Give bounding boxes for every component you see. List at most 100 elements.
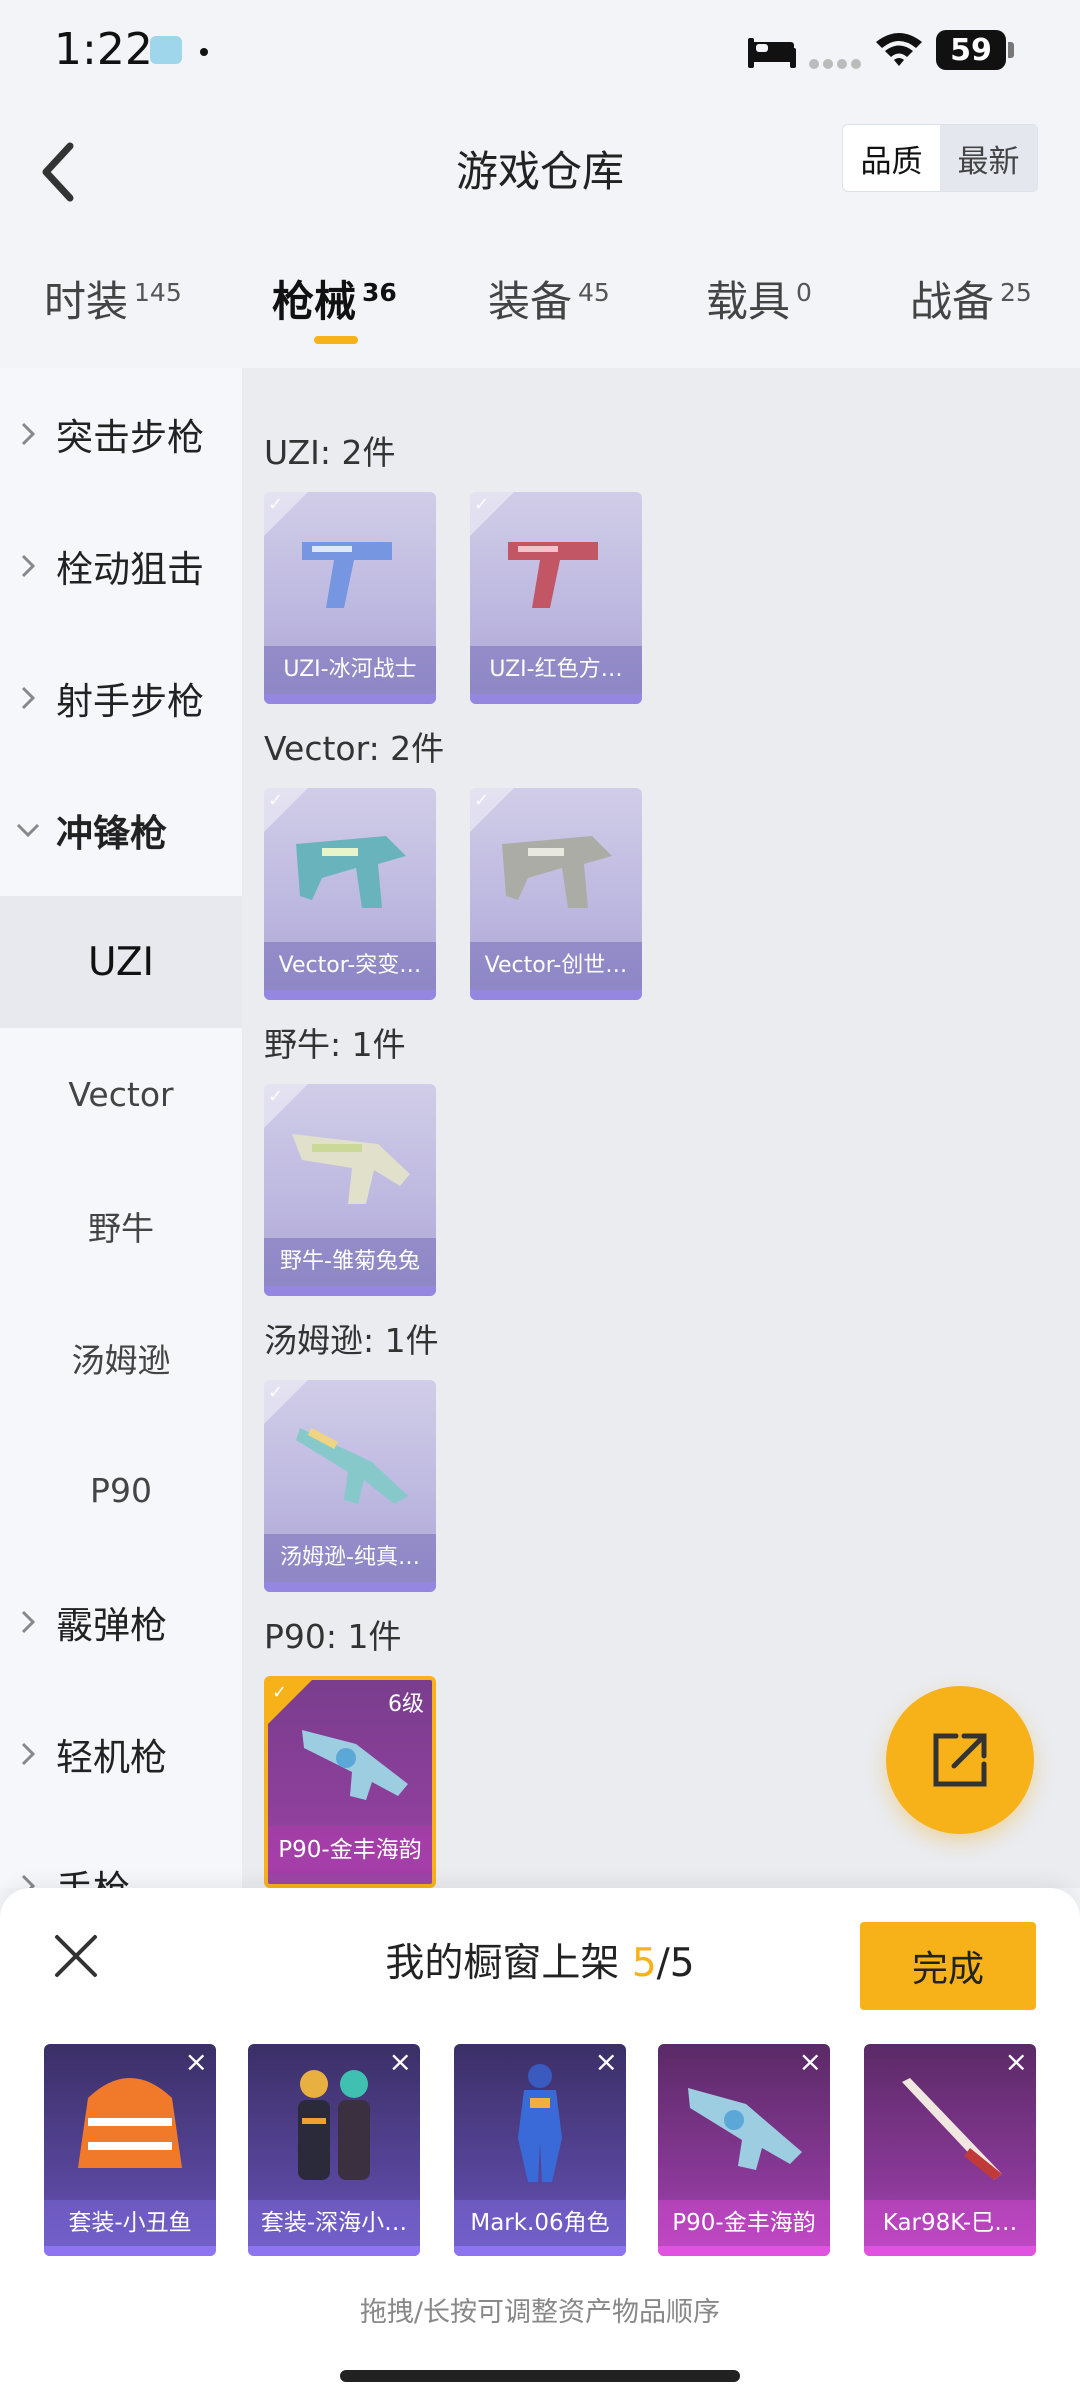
battery-level: 59 (950, 32, 992, 68)
chevron-right-icon (21, 1610, 35, 1634)
sort-by-newest-button[interactable]: 最新 (940, 125, 1037, 191)
chevron-right-icon (21, 1874, 35, 1888)
outfit-art-icon (78, 2078, 182, 2168)
app-header: 游戏仓库 品质 最新 (0, 110, 1080, 240)
showcase-item-name: Kar98K-巳… (864, 2200, 1036, 2246)
weapon-art-icon (302, 1730, 408, 1800)
tab-label: 战备 (910, 277, 995, 326)
sidebar-item-label: UZI (87, 939, 155, 985)
sidebar-item-label: 冲锋枪 (56, 812, 167, 855)
sidebar-subitem-p90[interactable]: P90 (0, 1424, 242, 1556)
active-tab-indicator (314, 336, 358, 344)
sort-toggle: 品质 最新 (842, 124, 1038, 192)
tab-count: 145 (134, 278, 182, 307)
sidebar-subitem-thompson[interactable]: 汤姆逊 (0, 1292, 242, 1424)
sidebar-item-marksman-rifle[interactable]: 射手步枪 (0, 632, 242, 764)
check-icon: ✓ (474, 494, 490, 515)
chevron-right-icon (21, 1742, 35, 1766)
item-card[interactable]: ✓ Vector-创世… (470, 788, 642, 1000)
item-card[interactable]: ✓ Vector-突变… (264, 788, 436, 1000)
status-time: 1:22 (54, 24, 153, 75)
tab-equipment[interactable]: 装备 45 (488, 268, 610, 329)
showcase-sheet: 我的橱窗上架 5/5 完成 × 套装-小丑鱼 × 套装-深海小… × Mark.… (0, 1888, 1080, 2400)
chevron-right-icon (21, 422, 35, 446)
tab-label: 时装 (44, 277, 129, 326)
showcase-item[interactable]: × P90-金丰海韵 (658, 2044, 830, 2256)
check-icon: ✓ (268, 1382, 284, 1403)
item-card[interactable]: ✓ 野牛-雏菊兔兔 (264, 1084, 436, 1296)
sidebar-subitem-bizon[interactable]: 野牛 (0, 1160, 242, 1292)
rarity-bar (264, 990, 436, 1000)
remove-icon[interactable]: × (799, 2048, 822, 2076)
sidebar-item-label: 射手步枪 (56, 680, 204, 723)
group-title-uzi: UZI: 2件 (264, 433, 396, 472)
tab-vehicles[interactable]: 载具 0 (706, 268, 812, 329)
weapon-art-icon (302, 542, 392, 608)
sidebar-subitem-vector[interactable]: Vector (0, 1028, 242, 1160)
sidebar-item-pistol[interactable]: 手枪 (0, 1820, 242, 1888)
showcase-current-count: 5 (631, 1941, 657, 1986)
sidebar-item-assault-rifle[interactable]: 突击步枪 (0, 368, 242, 500)
rarity-bar (264, 694, 436, 704)
remove-icon[interactable]: × (389, 2048, 412, 2076)
rarity-bar (264, 1286, 436, 1296)
sidebar-subitem-uzi[interactable]: UZI (0, 896, 242, 1028)
item-card[interactable]: ✓ 汤姆逊-纯真… (264, 1380, 436, 1592)
showcase-item[interactable]: × Kar98K-巳… (864, 2044, 1036, 2256)
group-title-p90: P90: 1件 (264, 1617, 402, 1656)
weapon-art-icon (508, 542, 598, 608)
group-title-thompson: 汤姆逊: 1件 (264, 1321, 439, 1360)
sidebar-item-label: 栓动狙击 (56, 548, 204, 591)
sidebar-item-bolt-sniper[interactable]: 栓动狙击 (0, 500, 242, 632)
tab-firearms[interactable]: 枪械 36 (272, 268, 397, 329)
item-name: Vector-突变… (264, 942, 436, 990)
home-indicator[interactable] (340, 2370, 740, 2382)
check-icon: ✓ (268, 494, 284, 515)
rarity-bar (864, 2246, 1036, 2256)
sidebar-item-shotgun[interactable]: 霰弹枪 (0, 1556, 242, 1688)
tab-fashion[interactable]: 时装 145 (44, 268, 182, 329)
tab-count: 45 (578, 278, 610, 307)
wifi-icon (876, 33, 922, 66)
showcase-item-name: P90-金丰海韵 (658, 2200, 830, 2246)
showcase-item[interactable]: × Mark.06角色 (454, 2044, 626, 2256)
tab-label: 载具 (706, 277, 791, 326)
item-name: Vector-创世… (470, 942, 642, 990)
item-card-selected[interactable]: ✓ 6级 P90-金丰海韵 (264, 1676, 436, 1888)
weapon-art-icon (502, 836, 612, 908)
weapon-art-icon (688, 2088, 802, 2170)
sidebar-item-lmg[interactable]: 轻机枪 (0, 1688, 242, 1820)
chevron-down-icon (16, 823, 40, 837)
notification-dot-icon (200, 48, 208, 56)
sidebar-item-label: 汤姆逊 (71, 1341, 171, 1380)
item-name: UZI-红色方… (470, 646, 642, 694)
showcase-title-text: 我的橱窗上架 (385, 1941, 620, 1986)
group-title-vector: Vector: 2件 (264, 729, 445, 768)
item-name: 野牛-雏菊兔兔 (264, 1238, 436, 1286)
showcase-item[interactable]: × 套装-小丑鱼 (44, 2044, 216, 2256)
tab-count: 25 (1000, 278, 1032, 307)
showcase-item[interactable]: × 套装-深海小… (248, 2044, 420, 2256)
remove-icon[interactable]: × (185, 2048, 208, 2076)
cellular-signal-icon (809, 59, 861, 69)
status-bar: 1:22 59 (0, 0, 1080, 110)
tab-label: 枪械 (272, 277, 357, 326)
rarity-bar (264, 1582, 436, 1592)
share-button[interactable] (886, 1686, 1034, 1834)
item-grid[interactable]: UZI: 2件 ✓ UZI-冰河战士 ✓ UZI-红色方… Vector: 2件… (242, 368, 1080, 1888)
tab-combat-gear[interactable]: 战备 25 (910, 268, 1032, 329)
weapon-art-icon (292, 1134, 410, 1204)
sidebar-item-smg[interactable]: 冲锋枪 (0, 764, 242, 896)
tab-count: 36 (362, 278, 397, 307)
remove-icon[interactable]: × (595, 2048, 618, 2076)
reorder-hint: 拖拽/长按可调整资产物品顺序 (359, 2297, 721, 2328)
done-button[interactable]: 完成 (860, 1922, 1036, 2010)
remove-icon[interactable]: × (1005, 2048, 1028, 2076)
chevron-right-icon (21, 554, 35, 578)
tab-label: 装备 (488, 277, 573, 326)
item-name: UZI-冰河战士 (264, 646, 436, 694)
item-card[interactable]: ✓ UZI-冰河战士 (264, 492, 436, 704)
sort-by-quality-button[interactable]: 品质 (843, 125, 940, 191)
item-card[interactable]: ✓ UZI-红色方… (470, 492, 642, 704)
showcase-item-name: Mark.06角色 (454, 2200, 626, 2246)
